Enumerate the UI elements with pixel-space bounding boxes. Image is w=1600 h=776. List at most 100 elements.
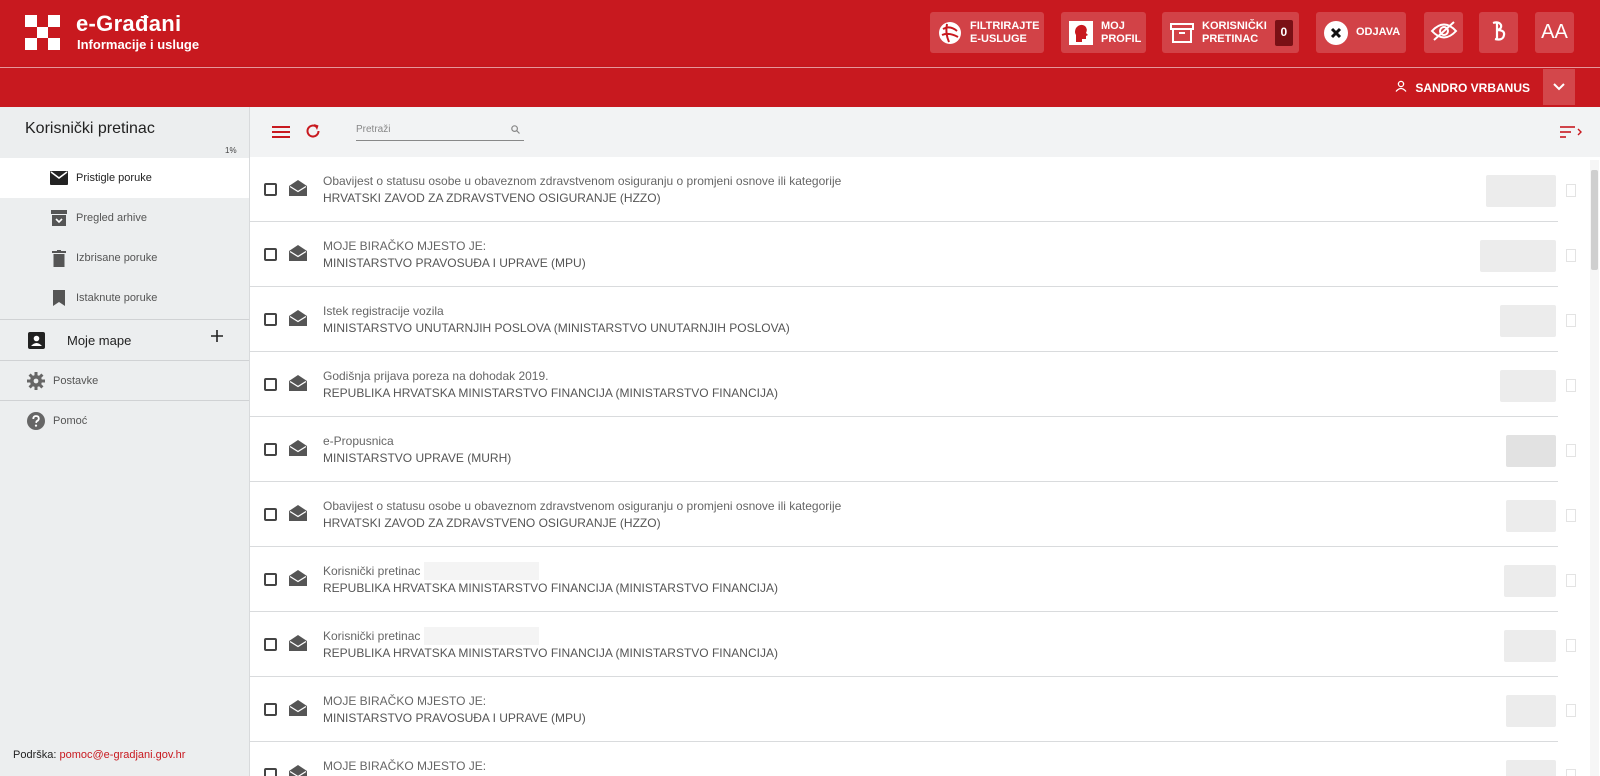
redacted-date [1506,695,1556,727]
redacted-date [1486,175,1556,207]
message-row[interactable]: MOJE BIRAČKO MJESTO JE: MINISTARSTVO PRA… [250,222,1576,287]
message-sender: REPUBLIKA HRVATSKA MINISTARSTVO FINANCIJ… [323,646,778,660]
message-subject: Obavijest o statusu osobe u obaveznom zd… [323,174,842,188]
contact-folder-icon [26,330,46,350]
message-row[interactable]: Obavijest o statusu osobe u obaveznom zd… [250,482,1576,547]
inbox-toolbar: Pretraži [250,107,1600,157]
message-row[interactable]: e-Propusnica MINISTARSTVO UPRAVE (MURH) [250,417,1576,482]
redacted-date [1480,240,1556,272]
filter-services-button[interactable]: FILTRIRAJTE E-USLUGE [930,12,1044,53]
message-subject: Obavijest o statusu osobe u obaveznom zd… [323,499,842,513]
message-checkbox[interactable] [264,508,277,521]
sidebar-item-archive[interactable]: Pregled arhive [0,198,249,238]
dyslexia-font-button[interactable] [1479,12,1518,53]
my-profile-button[interactable]: MOJ PROFIL [1061,12,1146,53]
dyslexic-b-icon [1489,20,1509,46]
message-checkbox[interactable] [264,768,277,776]
logout-label: ODJAVA [1356,26,1401,38]
message-checkbox[interactable] [264,443,277,456]
visibility-toggle-button[interactable] [1424,12,1463,53]
message-sender: MINISTARSTVO UPRAVE (MURH) [323,451,512,465]
message-row[interactable]: Korisnički pretinac REPUBLIKA HRVATSKA M… [250,612,1576,677]
message-row[interactable]: MOJE BIRAČKO MJESTO JE: MINISTARSTVO PRA… [250,677,1576,742]
user-menu[interactable]: SANDRO VRBANUS [1395,80,1530,95]
sidebar-item-help[interactable]: Pomoć [0,401,249,441]
user-name: SANDRO VRBANUS [1415,80,1530,95]
message-sender: MINISTARSTVO UNUTARNJIH POSLOVA (MINISTA… [323,321,790,335]
bookmark-outline-icon[interactable] [1566,379,1576,392]
support-email-link[interactable]: pomoc@e-gradjani.gov.hr [59,749,185,761]
globe-icon [936,19,964,47]
sidebar-item-deleted[interactable]: Izbrisane poruke [0,238,249,278]
open-envelope-icon [289,570,307,591]
sidebar-item-inbox[interactable]: Pristigle poruke [0,158,249,198]
open-envelope-icon [289,440,307,461]
sidebar-item-label: Izbrisane poruke [76,252,158,264]
bookmark-outline-icon[interactable] [1566,769,1576,776]
message-checkbox[interactable] [264,183,277,196]
open-envelope-icon [289,700,307,721]
filter-services-label: FILTRIRAJTE E-USLUGE [970,19,1040,45]
settings-label: Postavke [53,375,99,387]
close-circle-icon [1322,19,1350,47]
sidebar-item-my-folders[interactable]: Moje mape [0,320,249,360]
message-checkbox[interactable] [264,573,277,586]
bookmark-outline-icon[interactable] [1566,509,1576,522]
add-folder-plus-icon[interactable] [210,329,224,346]
open-envelope-icon [289,765,307,776]
bookmark-outline-icon[interactable] [1566,574,1576,587]
sort-icon[interactable] [1560,125,1582,143]
message-checkbox[interactable] [264,378,277,391]
logout-button[interactable]: ODJAVA [1316,12,1406,53]
bookmark-outline-icon[interactable] [1566,184,1576,197]
open-envelope-icon [289,505,307,526]
bookmark-outline-icon[interactable] [1566,639,1576,652]
message-checkbox[interactable] [264,248,277,261]
font-size-label: AA [1541,21,1568,43]
message-row[interactable]: Istek registracije vozila MINISTARSTVO U… [250,287,1576,352]
sidebar-item-starred[interactable]: Istaknute poruke [0,278,249,318]
message-row[interactable]: MOJE BIRAČKO MJESTO JE: [250,742,1576,776]
brand-title[interactable]: e-Građani [76,11,181,37]
redacted-date [1500,370,1556,402]
message-list: Obavijest o statusu osobe u obaveznom zd… [250,157,1590,776]
user-dropdown-button[interactable] [1543,69,1575,105]
help-circle-icon [26,411,46,431]
message-sender: REPUBLIKA HRVATSKA MINISTARSTVO FINANCIJ… [323,581,778,595]
font-size-button[interactable]: AA [1535,12,1574,53]
user-inbox-button[interactable]: KORISNIČKI PRETINAC 0 [1162,12,1299,53]
user-bar: SANDRO VRBANUS [0,67,1600,107]
search-placeholder: Pretraži [356,124,391,135]
bookmark-outline-icon[interactable] [1566,314,1576,327]
message-row[interactable]: Korisnički pretinac REPUBLIKA HRVATSKA M… [250,547,1576,612]
inbox-count-badge: 0 [1274,19,1293,46]
message-row[interactable]: Obavijest o statusu osobe u obaveznom zd… [250,157,1576,222]
search-input[interactable]: Pretraži [356,121,524,141]
message-checkbox[interactable] [264,313,277,326]
bookmark-outline-icon[interactable] [1566,249,1576,262]
sidebar-item-settings[interactable]: Postavke [0,361,249,401]
message-row[interactable]: Godišnja prijava poreza na dohodak 2019.… [250,352,1576,417]
list-scrollbar-thumb[interactable] [1591,170,1598,270]
bookmark-icon [49,288,69,308]
envelope-icon [49,168,69,188]
chevron-down-icon [1553,78,1565,96]
bookmark-outline-icon[interactable] [1566,444,1576,457]
bookmark-outline-icon[interactable] [1566,704,1576,717]
open-envelope-icon [289,375,307,396]
help-label: Pomoć [53,415,88,427]
logo-checkerboard-icon[interactable] [25,15,60,50]
sidebar-item-label: Pregled arhive [76,212,147,224]
message-sender: MINISTARSTVO PRAVOSUĐA I UPRAVE (MPU) [323,711,586,725]
redacted-date [1506,435,1556,467]
message-subject: Korisnički pretinac [323,564,421,578]
refresh-icon[interactable] [305,123,321,144]
menu-hamburger-icon[interactable] [272,125,290,144]
message-sender: REPUBLIKA HRVATSKA MINISTARSTVO FINANCIJ… [323,386,778,400]
message-subject: e-Propusnica [323,434,394,448]
message-checkbox[interactable] [264,638,277,651]
open-envelope-icon [289,635,307,656]
message-checkbox[interactable] [264,703,277,716]
brand-subtitle: Informacije i usluge [77,37,200,52]
redacted-subject [424,627,539,645]
